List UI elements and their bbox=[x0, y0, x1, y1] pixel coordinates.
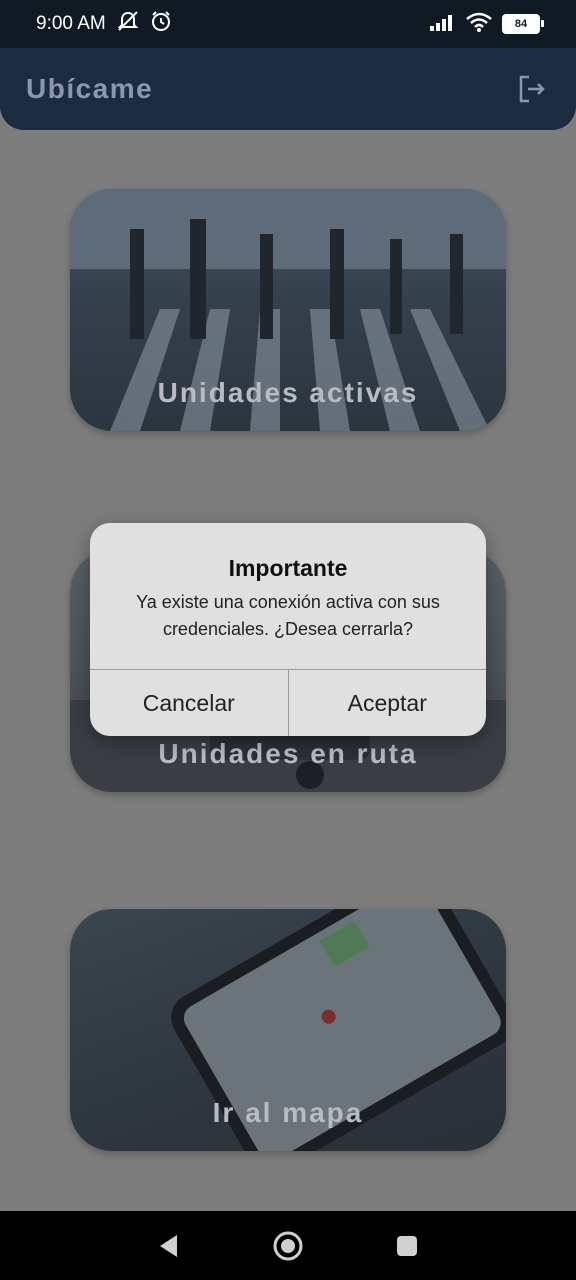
app-title: Ubícame bbox=[26, 73, 154, 104]
card-unidades-activas[interactable]: Unidades activas bbox=[70, 189, 506, 431]
card-label: Unidades en ruta bbox=[158, 738, 418, 769]
recents-icon bbox=[396, 1235, 417, 1256]
system-nav-bar bbox=[0, 1211, 576, 1280]
alarm-icon bbox=[150, 10, 172, 38]
battery-indicator: 84 bbox=[502, 14, 544, 34]
wifi-icon bbox=[466, 12, 492, 37]
card-ir-al-mapa[interactable]: Ir al mapa bbox=[70, 909, 506, 1151]
logout-button[interactable] bbox=[514, 71, 550, 107]
cancel-button[interactable]: Cancelar bbox=[90, 670, 288, 736]
signal-icon bbox=[430, 13, 456, 36]
home-icon bbox=[273, 1231, 303, 1260]
back-button[interactable] bbox=[151, 1228, 187, 1264]
dialog-title: Importante bbox=[228, 555, 348, 581]
mute-icon bbox=[116, 10, 140, 38]
dialog-message: Ya existe una conexión activa con sus cr… bbox=[136, 592, 440, 639]
logout-icon bbox=[519, 75, 545, 103]
accept-button[interactable]: Aceptar bbox=[287, 670, 487, 736]
dialog-actions: Cancelar Aceptar bbox=[90, 669, 486, 736]
recents-button[interactable] bbox=[389, 1228, 425, 1264]
status-bar: 9:00 AM 84 bbox=[0, 0, 576, 48]
home-button[interactable] bbox=[270, 1228, 306, 1264]
alert-dialog: Importante Ya existe una conexión activa… bbox=[90, 523, 486, 736]
app-bar: Ubícame bbox=[0, 48, 576, 130]
card-label: Ir al mapa bbox=[212, 1097, 364, 1128]
status-time: 9:00 AM bbox=[36, 13, 106, 34]
card-label: Unidades activas bbox=[157, 377, 419, 408]
back-icon bbox=[160, 1234, 178, 1257]
